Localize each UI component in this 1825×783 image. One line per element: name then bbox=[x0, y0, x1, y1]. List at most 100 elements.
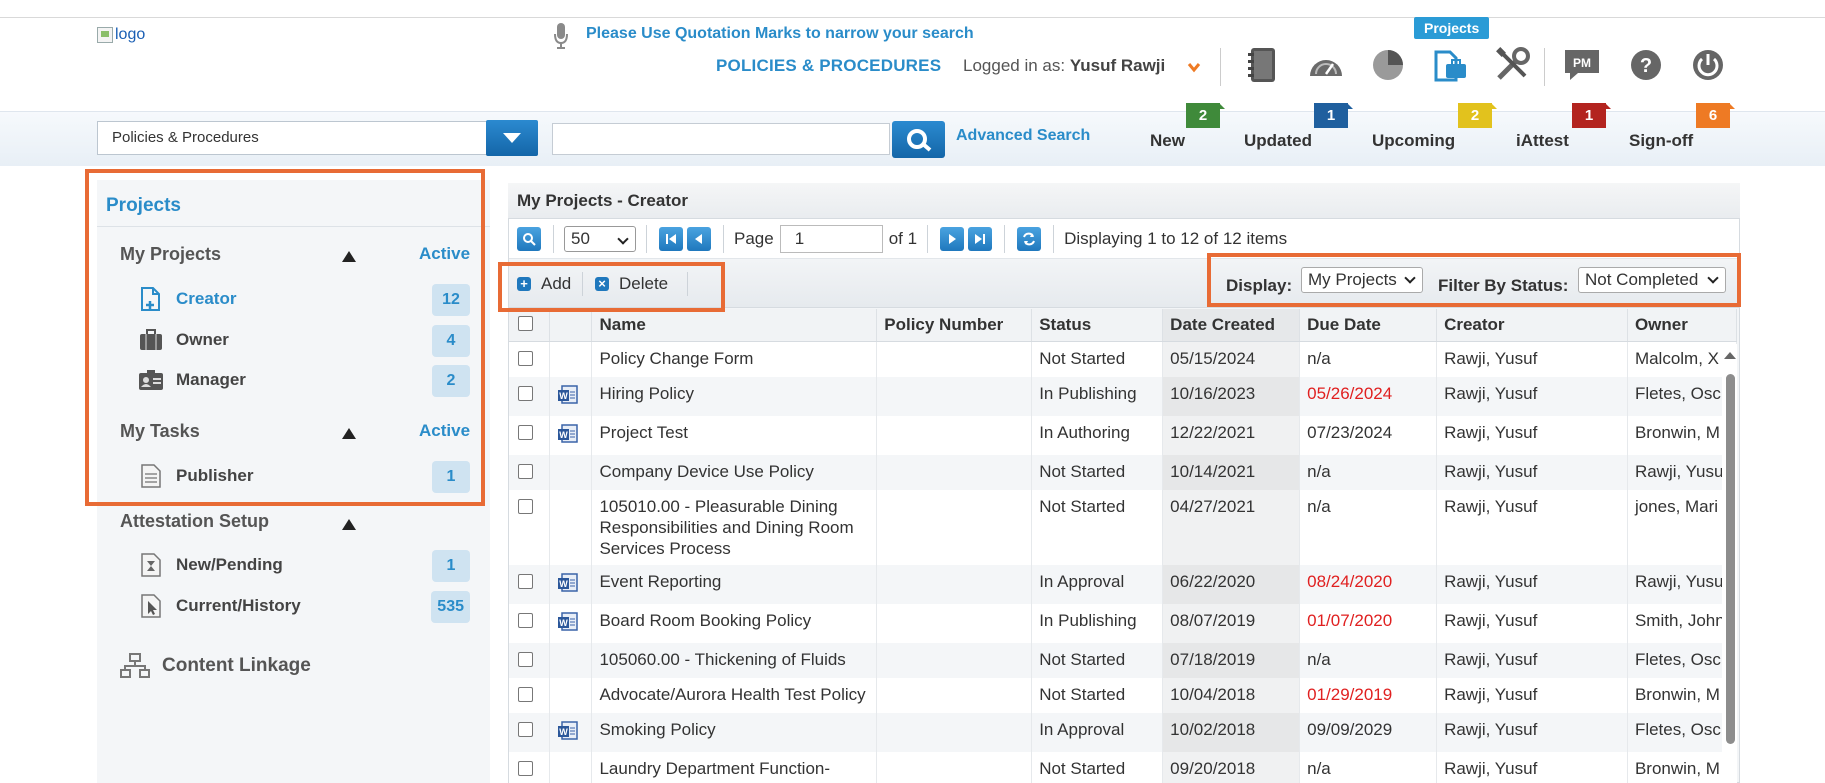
dashboard-gauge-icon[interactable] bbox=[1306, 44, 1346, 86]
microphone-icon[interactable] bbox=[553, 22, 569, 50]
column-header-creator[interactable]: Creator bbox=[1436, 309, 1628, 342]
display-select[interactable]: My Projects bbox=[1301, 267, 1423, 293]
vertical-scrollbar[interactable] bbox=[1722, 344, 1737, 783]
name-cell[interactable]: 105010.00 - Pleasurable Dining Responsib… bbox=[591, 489, 878, 565]
user-name[interactable]: Yusuf Rawji bbox=[1070, 56, 1165, 75]
column-header-policy-number[interactable]: Policy Number bbox=[876, 309, 1033, 342]
name-cell[interactable]: Advocate/Aurora Health Test Policy bbox=[591, 677, 878, 713]
table-row[interactable]: Laundry Department Function- Not Started 0… bbox=[509, 751, 1737, 783]
page-size-select[interactable]: 50 bbox=[564, 225, 636, 252]
section-my-projects[interactable]: My Projects bbox=[120, 244, 221, 265]
name-cell[interactable]: Company Device Use Policy bbox=[591, 454, 878, 490]
scroll-thumb[interactable] bbox=[1726, 374, 1735, 744]
table-row[interactable]: Advocate/Aurora Health Test Policy Not St… bbox=[509, 677, 1737, 713]
reports-pie-icon[interactable] bbox=[1368, 44, 1408, 86]
row-select-cell[interactable] bbox=[509, 712, 551, 752]
column-header-status[interactable]: Status bbox=[1031, 309, 1164, 342]
table-row[interactable]: W Hiring Policy In Publishing 10/16/2023 05/… bbox=[509, 376, 1737, 416]
checkbox[interactable] bbox=[518, 721, 533, 737]
filter-status-select[interactable]: Not Completed bbox=[1578, 267, 1726, 293]
word-document-icon[interactable]: W bbox=[557, 611, 579, 632]
checkbox[interactable] bbox=[518, 463, 533, 479]
collapse-arrow-icon[interactable] bbox=[342, 251, 356, 262]
checkbox[interactable] bbox=[518, 350, 533, 366]
quick-link-sign-off[interactable]: Sign-off bbox=[1629, 131, 1693, 151]
sidebar-item-new-pending[interactable]: New/Pending 1 bbox=[138, 550, 474, 582]
row-select-cell[interactable] bbox=[509, 454, 551, 490]
name-cell[interactable]: 105060.00 - Thickening of Fluids bbox=[591, 642, 878, 678]
checkbox[interactable] bbox=[518, 651, 533, 667]
name-cell[interactable]: Hiring Policy bbox=[591, 376, 878, 416]
checkbox[interactable] bbox=[518, 316, 533, 332]
quick-link-upcoming[interactable]: Upcoming bbox=[1372, 131, 1455, 151]
quick-link-updated[interactable]: Updated bbox=[1244, 131, 1312, 151]
first-page-icon[interactable] bbox=[659, 226, 683, 251]
table-row[interactable]: Policy Change Form Not Started 05/15/2024 n… bbox=[509, 341, 1737, 377]
name-cell[interactable]: Event Reporting bbox=[591, 564, 878, 604]
checkbox[interactable] bbox=[518, 686, 533, 702]
collapse-arrow-icon[interactable] bbox=[342, 519, 356, 530]
checkbox[interactable] bbox=[518, 385, 533, 401]
column-header-owner[interactable]: Owner bbox=[1627, 309, 1737, 342]
checkbox[interactable] bbox=[518, 424, 533, 440]
sidebar-item-manager[interactable]: Manager 2 bbox=[138, 365, 474, 397]
checkbox[interactable] bbox=[518, 498, 533, 514]
advanced-search-link[interactable]: Advanced Search bbox=[956, 127, 1090, 145]
row-select-cell[interactable] bbox=[509, 751, 551, 783]
column-header-due-date[interactable]: Due Date bbox=[1299, 309, 1438, 342]
content-linkage-link[interactable]: Content Linkage bbox=[120, 653, 311, 679]
column-header-date-created[interactable]: Date Created bbox=[1162, 309, 1301, 342]
chevron-down-icon[interactable] bbox=[1187, 60, 1201, 74]
previous-page-icon[interactable] bbox=[687, 226, 711, 251]
name-cell[interactable]: Project Test bbox=[591, 415, 878, 455]
sidebar-item-current-history[interactable]: Current/History 535 bbox=[138, 591, 474, 623]
delete-button[interactable]: × Delete bbox=[595, 274, 668, 294]
section-attestation-setup[interactable]: Attestation Setup bbox=[120, 511, 269, 532]
row-select-cell[interactable] bbox=[509, 564, 551, 604]
collapse-arrow-icon[interactable] bbox=[342, 428, 356, 439]
projects-icon[interactable] bbox=[1430, 44, 1470, 86]
table-row[interactable]: W Smoking Policy In Approval 10/02/2018 09/0… bbox=[509, 712, 1737, 752]
row-select-cell[interactable] bbox=[509, 603, 551, 643]
row-select-cell[interactable] bbox=[509, 677, 551, 713]
name-cell[interactable]: Laundry Department Function- bbox=[591, 751, 878, 783]
next-page-icon[interactable] bbox=[940, 226, 965, 251]
sidebar-item-creator[interactable]: Creator 12 bbox=[138, 284, 474, 316]
checkbox[interactable] bbox=[518, 760, 533, 776]
name-cell[interactable]: Policy Change Form bbox=[591, 341, 878, 377]
word-document-icon[interactable]: W bbox=[557, 572, 579, 593]
page-number-input[interactable]: 1 bbox=[779, 224, 883, 253]
table-row[interactable]: W Event Reporting In Approval 06/22/2020 08/… bbox=[509, 564, 1737, 604]
row-select-cell[interactable] bbox=[509, 341, 551, 377]
word-document-icon[interactable]: W bbox=[557, 423, 579, 444]
row-select-cell[interactable] bbox=[509, 376, 551, 416]
power-icon[interactable] bbox=[1688, 44, 1728, 86]
module-title[interactable]: POLICIES & PROCEDURES bbox=[716, 56, 941, 76]
scroll-up-icon[interactable] bbox=[1724, 352, 1736, 359]
add-button[interactable]: + Add bbox=[517, 274, 571, 294]
table-row[interactable]: W Project Test In Authoring 12/22/2021 07/23… bbox=[509, 415, 1737, 455]
checkbox[interactable] bbox=[518, 573, 533, 589]
refresh-icon[interactable] bbox=[1017, 226, 1042, 251]
row-select-cell[interactable] bbox=[509, 489, 551, 565]
help-icon[interactable]: ? bbox=[1626, 44, 1666, 86]
quick-link-iattest[interactable]: iAttest bbox=[1516, 131, 1569, 151]
tools-icon[interactable] bbox=[1492, 44, 1532, 86]
word-document-icon[interactable]: W bbox=[557, 384, 579, 405]
logo[interactable]: logo bbox=[97, 26, 145, 44]
row-select-cell[interactable] bbox=[509, 415, 551, 455]
quick-link-new[interactable]: New bbox=[1150, 131, 1185, 151]
module-select[interactable]: Policies & Procedures bbox=[97, 121, 487, 155]
table-row[interactable]: 105010.00 - Pleasurable Dining Responsib… bbox=[509, 489, 1737, 565]
pm-messages-icon[interactable]: PM bbox=[1562, 44, 1602, 86]
column-header-name[interactable]: Name bbox=[591, 309, 878, 342]
checkbox[interactable] bbox=[518, 612, 533, 628]
section-my-tasks[interactable]: My Tasks bbox=[120, 421, 200, 442]
table-row[interactable]: 105060.00 - Thickening of Fluids Not Star… bbox=[509, 642, 1737, 678]
name-cell[interactable]: Board Room Booking Policy bbox=[591, 603, 878, 643]
last-page-icon[interactable] bbox=[968, 226, 993, 251]
row-select-cell[interactable] bbox=[509, 642, 551, 678]
name-cell[interactable]: Smoking Policy bbox=[591, 712, 878, 752]
search-button[interactable] bbox=[892, 121, 945, 158]
sidebar-item-owner[interactable]: Owner 4 bbox=[138, 325, 474, 357]
